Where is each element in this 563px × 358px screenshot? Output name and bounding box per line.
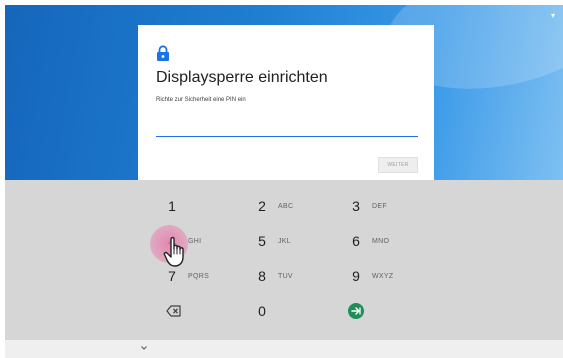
lock-setup-dialog: Displaysperre einrichten Richte zur Sich… (138, 25, 434, 180)
key-number: 6 (352, 233, 360, 249)
enter-key[interactable] (348, 296, 428, 326)
navigation-bar (5, 340, 563, 358)
key-number: 7 (168, 268, 176, 284)
key-1[interactable]: 1 (165, 191, 245, 221)
key-letters: WXYZ (372, 272, 394, 280)
key-number: 9 (352, 268, 360, 284)
key-number: 1 (168, 198, 176, 214)
screen: ▾ Displaysperre einrichten Richte zur Si… (5, 5, 563, 358)
hand-pointer-icon (163, 237, 184, 267)
key-letters: PQRS (188, 272, 210, 280)
key-number: 2 (258, 198, 266, 214)
chevron-down-icon[interactable] (139, 343, 149, 353)
key-number: 3 (352, 198, 360, 214)
enter-icon (348, 303, 364, 319)
dialog-title: Displaysperre einrichten (156, 69, 328, 86)
key-number: 0 (258, 303, 266, 319)
wifi-icon: ▾ (550, 11, 555, 20)
pin-input[interactable] (156, 122, 418, 137)
key-letters: DEF (372, 202, 387, 210)
key-6[interactable]: 6 MNO (349, 226, 429, 256)
lock-icon (157, 45, 169, 61)
key-8[interactable]: 8 TUV (255, 261, 335, 291)
next-button[interactable]: WEITER (378, 157, 418, 173)
key-number: 8 (258, 268, 266, 284)
key-letters: JKL (278, 237, 291, 245)
key-3[interactable]: 3 DEF (349, 191, 429, 221)
numeric-keypad: 1 2 ABC 3 DEF 4 GHI 5 JKL 6 MNO 7 PQRS 8… (5, 180, 563, 340)
key-letters: GHI (188, 237, 202, 245)
key-letters: TUV (278, 272, 293, 280)
key-number: 5 (258, 233, 266, 249)
key-letters: ABC (278, 202, 294, 210)
backspace-icon (166, 305, 181, 317)
key-5[interactable]: 5 JKL (255, 226, 335, 256)
key-letters: MNO (372, 237, 390, 245)
backspace-key[interactable] (166, 296, 246, 326)
dialog-subtitle: Richte zur Sicherheit eine PIN ein (156, 97, 246, 103)
key-0[interactable]: 0 (255, 296, 335, 326)
key-9[interactable]: 9 WXYZ (349, 261, 429, 291)
key-2[interactable]: 2 ABC (255, 191, 335, 221)
